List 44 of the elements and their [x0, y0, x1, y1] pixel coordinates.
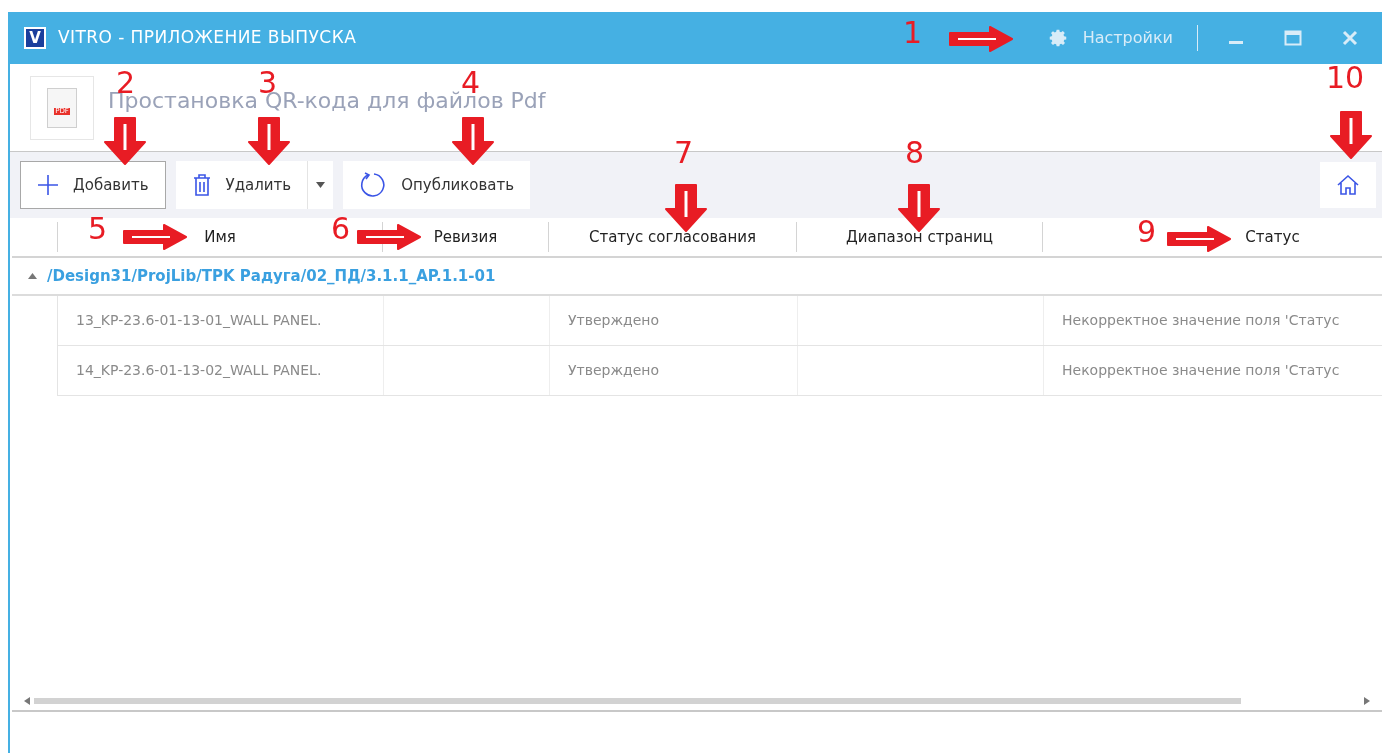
arrow-annotation	[664, 183, 708, 233]
annotation-number: 1	[903, 18, 923, 48]
home-icon	[1336, 174, 1360, 196]
annotation-number: 5	[88, 214, 108, 244]
arrow-annotation	[356, 224, 422, 250]
table-cell: Утверждено	[549, 346, 797, 395]
toolbar-button[interactable]: Добавить	[20, 161, 166, 209]
app-logo: V	[24, 27, 46, 49]
column-header[interactable]: Диапазон страниц	[846, 225, 993, 249]
arrow-annotation	[247, 116, 291, 166]
column-header[interactable]: Ревизия	[433, 225, 498, 249]
arrow-annotation	[103, 116, 147, 166]
arrow-annotation	[1329, 110, 1373, 160]
maximize-icon[interactable]	[1284, 30, 1302, 46]
scroll-right-icon[interactable]	[1364, 697, 1370, 705]
collapse-icon[interactable]	[28, 273, 37, 279]
table-cell: Утверждено	[549, 296, 797, 345]
caret-icon	[316, 182, 326, 188]
window-title: VITRO - ПРИЛОЖЕНИЕ ВЫПУСКА	[58, 26, 357, 50]
dropdown-button[interactable]	[307, 161, 334, 209]
column-header[interactable]: Статус согласования	[588, 225, 757, 249]
toolbar-button[interactable]: Опубликовать	[343, 161, 531, 209]
arrow-annotation	[122, 224, 188, 250]
arrow-annotation	[451, 116, 495, 166]
table-cell-text: 13_KP-23.6-01-13-01_WALL PANEL.	[75, 311, 323, 330]
column-header[interactable]: Имя	[204, 225, 236, 249]
annotation-number: 8	[905, 138, 925, 168]
annotation-number: 10	[1326, 63, 1365, 93]
close-icon[interactable]	[1342, 30, 1358, 46]
refresh-icon	[359, 171, 388, 199]
arrow-annotation	[1166, 226, 1232, 252]
scroll-left-icon[interactable]	[24, 697, 30, 705]
annotation-number: 6	[331, 214, 351, 244]
table-cell: Некорректное значение поля 'Статус	[1043, 296, 1382, 345]
column-header[interactable]: Статус	[1245, 225, 1300, 249]
home-button[interactable]	[1320, 162, 1376, 208]
table-cell-text: 14_KP-23.6-01-13-02_WALL PANEL.	[75, 361, 323, 380]
table-cell: Некорректное значение поля 'Статус	[1043, 346, 1382, 395]
trash-icon	[191, 174, 212, 196]
annotation-number: 9	[1137, 217, 1157, 247]
toolbar-button[interactable]: Удалить	[175, 161, 308, 209]
annotation-number: 7	[674, 138, 694, 168]
plus-icon	[37, 174, 59, 196]
arrow-annotation	[948, 26, 1014, 52]
